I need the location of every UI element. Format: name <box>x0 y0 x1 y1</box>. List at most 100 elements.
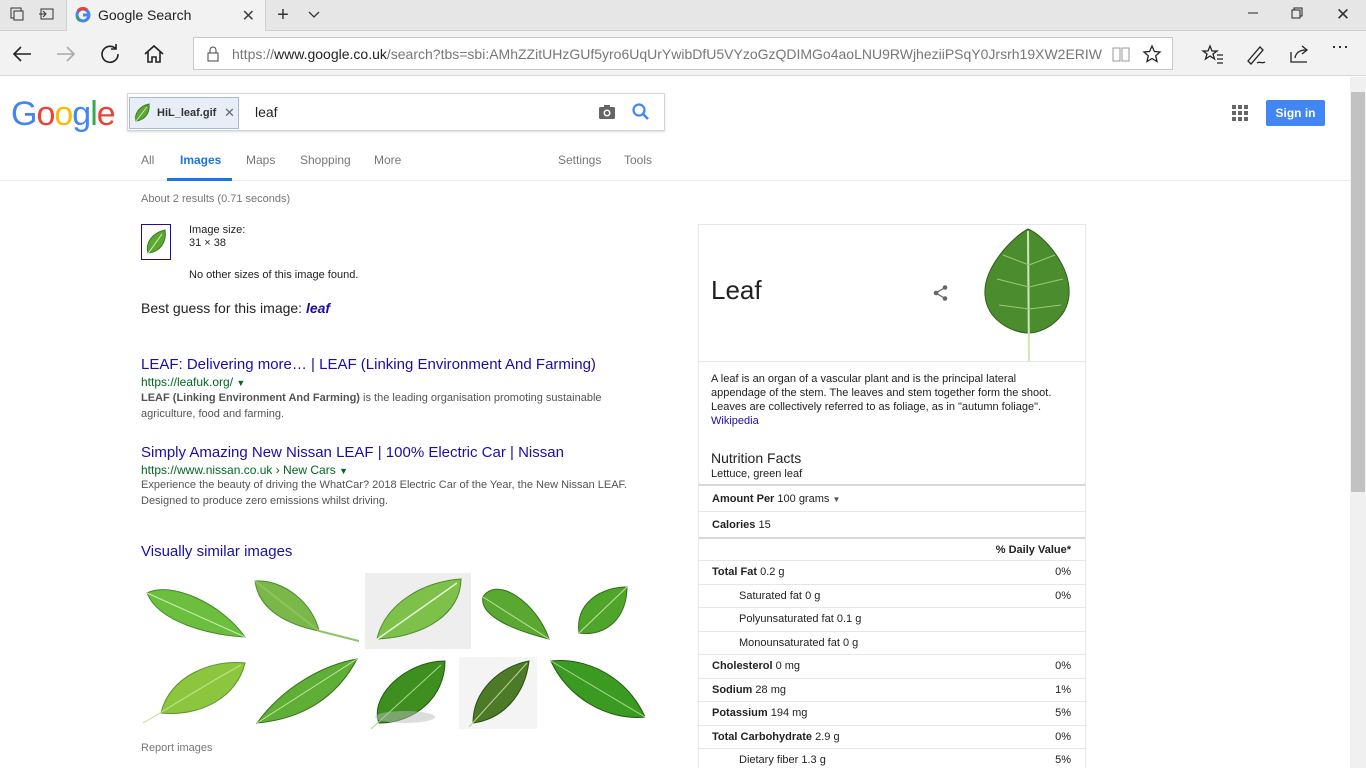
no-other-sizes-text: No other sizes of this image found. <box>189 269 359 281</box>
tab-more[interactable]: More <box>374 153 401 167</box>
nutrient-label: Sodium 28 mg <box>712 683 786 696</box>
search-query-text[interactable]: leaf <box>255 104 278 120</box>
nutrient-label: Dietary fiber 1.3 g <box>739 754 826 766</box>
reading-view-icon[interactable] <box>1111 45 1131 63</box>
tab-shopping[interactable]: Shopping <box>300 153 351 167</box>
best-guess-link[interactable]: leaf <box>306 300 330 316</box>
similar-image-thumbnail[interactable] <box>253 573 359 649</box>
report-images-link[interactable]: Report images <box>141 742 213 754</box>
result-snippet-2: Experience the beauty of driving the Wha… <box>141 479 628 507</box>
remove-image-icon[interactable]: ✕ <box>224 105 235 121</box>
google-logo[interactable]: Google <box>11 95 116 134</box>
similar-image-thumbnail[interactable] <box>365 657 451 729</box>
search-tabs: All Images Maps Shopping More Settings T… <box>0 147 700 181</box>
lock-icon <box>207 46 219 62</box>
tab-maps[interactable]: Maps <box>246 153 275 167</box>
daily-value: 5% <box>1055 707 1071 719</box>
kp-leaf-image[interactable] <box>983 225 1073 362</box>
tab-images[interactable]: Images <box>180 153 221 167</box>
favorite-star-icon[interactable] <box>1142 44 1162 64</box>
wikipedia-link[interactable]: Wikipedia <box>711 415 759 427</box>
more-actions-icon[interactable]: ⋯ <box>1331 37 1357 63</box>
similar-image-thumbnail[interactable] <box>459 657 537 729</box>
web-note-pen-icon[interactable] <box>1243 41 1269 67</box>
nutrition-row: Polyunsaturated fat 0.1 g <box>699 607 1085 630</box>
new-tab-icon[interactable]: + <box>274 5 292 25</box>
settings-link[interactable]: Settings <box>558 153 601 167</box>
back-icon[interactable] <box>9 41 35 67</box>
daily-value: 5% <box>1055 754 1071 766</box>
search-by-image-chip[interactable]: HiL_leaf.gif ✕ <box>129 97 239 129</box>
restore-icon[interactable] <box>1288 6 1306 24</box>
scrollbar-thumb[interactable] <box>1351 92 1365 492</box>
refresh-icon[interactable] <box>97 41 123 67</box>
favorites-hub-icon[interactable] <box>1200 41 1226 67</box>
nutrition-subtitle: Lettuce, green leaf <box>711 468 803 480</box>
nutrition-row: Dietary fiber 1.3 g 5% <box>699 748 1085 768</box>
nutrition-row: Potassium 194 mg 5% <box>699 701 1085 724</box>
daily-value: 1% <box>1055 683 1071 696</box>
browser-tab[interactable]: Google Search ✕ <box>66 0 266 31</box>
google-header: Google HiL_leaf.gif ✕ leaf Sign in All I… <box>0 77 1350 181</box>
close-window-icon[interactable]: ✕ <box>1334 6 1352 24</box>
query-image-thumbnail <box>135 103 150 122</box>
set-aside-tabs-icon[interactable] <box>38 6 56 24</box>
knowledge-panel: Leaf A leaf is an organ of a vascular pl… <box>698 224 1086 768</box>
camera-icon[interactable] <box>598 103 616 121</box>
daily-value-header-row: % Daily Value* <box>699 537 1085 560</box>
tab-all[interactable]: All <box>141 153 154 167</box>
tab-actions-icon[interactable] <box>8 6 26 24</box>
apps-grid-icon[interactable] <box>1232 105 1248 121</box>
nutrition-row: Cholesterol 0 mg 0% <box>699 654 1085 677</box>
nutrient-label: Cholesterol 0 mg <box>712 660 801 672</box>
url-text: https://www.google.co.uk/search?tbs=sbi:… <box>232 46 1102 62</box>
nutrient-label: Total Fat 0.2 g <box>712 566 785 578</box>
nutrition-row: Sodium 28 mg 1% <box>699 677 1085 701</box>
url-dropdown-icon[interactable]: ▼ <box>236 378 245 388</box>
result-url-1: https://leafuk.org/ ▼ <box>141 375 246 389</box>
active-tab-underline <box>167 178 232 181</box>
amount-per-row[interactable]: Amount Per 100 grams ▼ <box>699 484 1085 511</box>
similar-image-thumbnail[interactable] <box>547 657 645 729</box>
image-chip-label: HiL_leaf.gif <box>157 107 217 119</box>
query-image-preview[interactable] <box>141 224 171 260</box>
tab-title: Google Search <box>98 7 192 23</box>
home-icon[interactable] <box>141 41 167 67</box>
daily-value: 0% <box>1055 566 1071 578</box>
similar-image-thumbnail[interactable] <box>141 573 247 649</box>
browser-tab-bar: Google Search ✕ + ✕ <box>0 0 1366 31</box>
forward-icon[interactable] <box>53 41 79 67</box>
page-scrollbar[interactable] <box>1350 77 1366 768</box>
share-icon[interactable] <box>1287 41 1313 67</box>
tab-preview-chevron-icon[interactable] <box>305 6 323 24</box>
url-dropdown-icon[interactable]: ▼ <box>339 466 348 476</box>
similar-image-thumbnail[interactable] <box>477 573 553 649</box>
similar-image-thumbnail[interactable] <box>253 657 359 729</box>
nutrition-title: Nutrition Facts <box>711 450 802 466</box>
visually-similar-heading[interactable]: Visually similar images <box>141 543 292 560</box>
kp-divider <box>699 361 1085 362</box>
result-title-1[interactable]: LEAF: Delivering more… | LEAF (Linking E… <box>141 356 596 373</box>
share-icon[interactable] <box>932 284 950 302</box>
daily-value: 0% <box>1055 730 1071 743</box>
close-tab-icon[interactable]: ✕ <box>242 6 255 26</box>
chevron-down-icon: ▼ <box>832 495 841 504</box>
similar-image-thumbnail[interactable] <box>571 573 641 649</box>
address-bar[interactable]: https://www.google.co.uk/search?tbs=sbi:… <box>193 37 1173 70</box>
tools-link[interactable]: Tools <box>624 153 652 167</box>
minimize-icon[interactable] <box>1244 6 1262 24</box>
result-stats: About 2 results (0.71 seconds) <box>141 193 291 205</box>
similar-image-thumbnail[interactable] <box>365 573 471 649</box>
result-title-2[interactable]: Simply Amazing New Nissan LEAF | 100% El… <box>141 444 564 461</box>
calories-row: Calories 15 <box>699 511 1085 537</box>
search-box[interactable]: HiL_leaf.gif ✕ leaf <box>127 93 665 131</box>
kp-description: A leaf is an organ of a vascular plant a… <box>711 373 1052 427</box>
sign-in-button[interactable]: Sign in <box>1266 100 1325 126</box>
browser-toolbar: https://www.google.co.uk/search?tbs=sbi:… <box>0 31 1366 76</box>
search-icon[interactable] <box>631 102 651 122</box>
similar-image-thumbnail[interactable] <box>141 657 247 729</box>
google-favicon-icon <box>75 7 91 23</box>
nutrition-row: Total Fat 0.2 g 0% <box>699 560 1085 583</box>
daily-value: 0% <box>1055 589 1071 602</box>
nutrient-label: Monounsaturated fat 0 g <box>739 636 859 649</box>
